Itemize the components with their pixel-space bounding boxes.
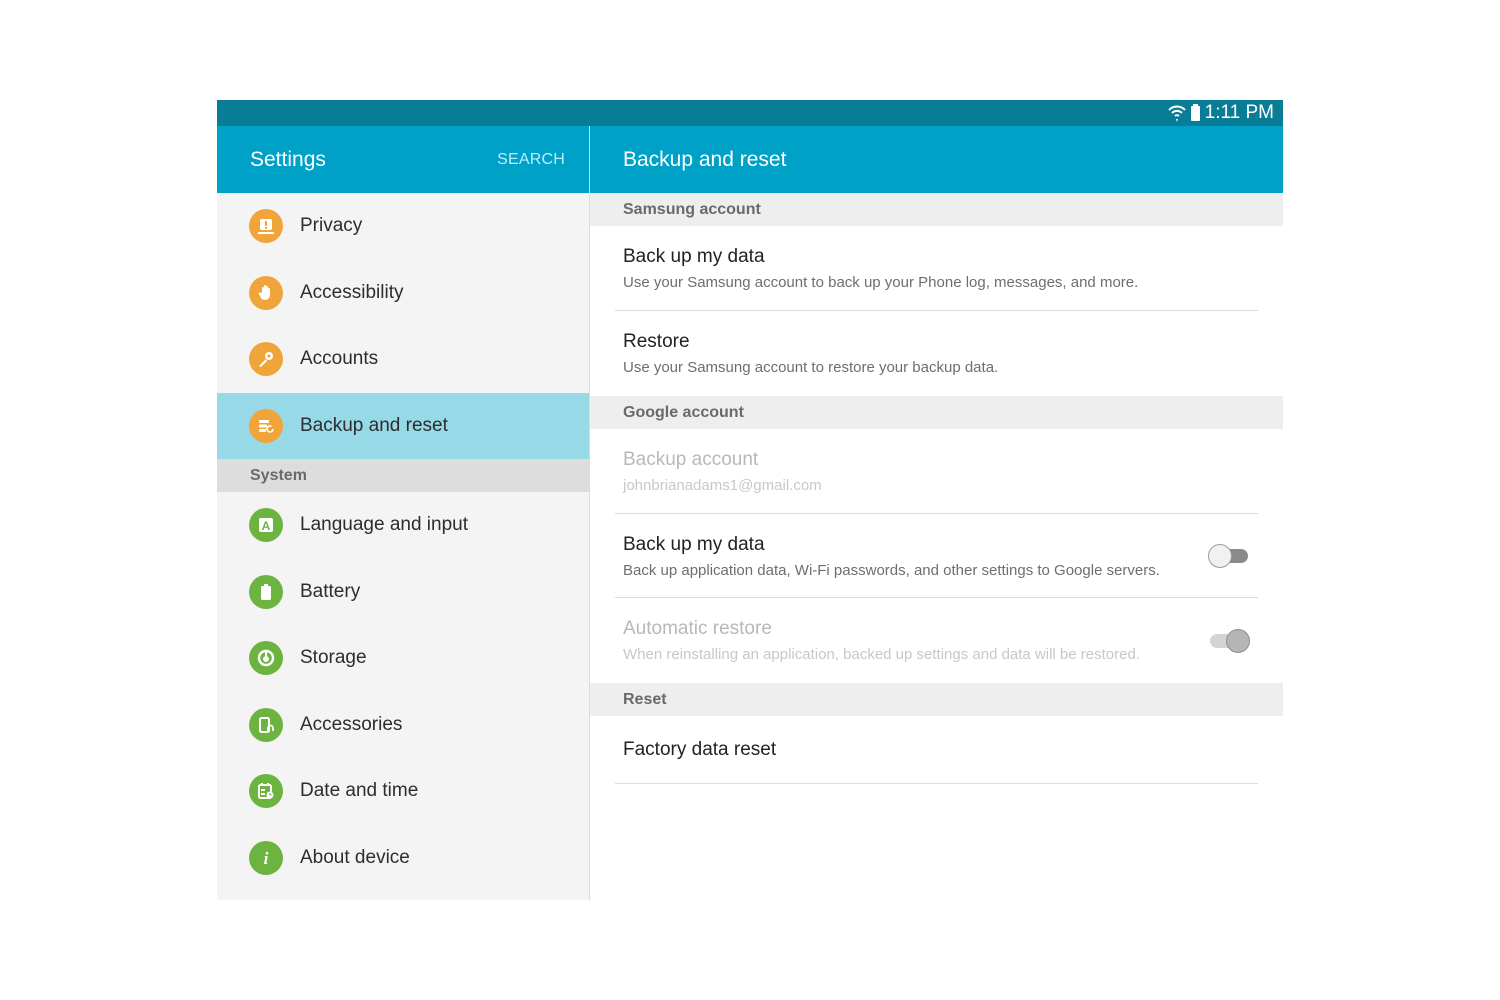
calendar-clock-icon: [249, 774, 283, 809]
setting-title: Factory data reset: [623, 739, 777, 760]
setting-summary: When reinstalling an application, backed…: [623, 646, 1140, 663]
toggle-knob: [1208, 544, 1232, 568]
google-automatic-restore[interactable]: Automatic restore When reinstalling an a…: [590, 598, 1283, 683]
setting-title: Restore: [623, 331, 690, 352]
sidebar-item-label: Privacy: [300, 215, 363, 237]
sidebar-item-backup-and-reset[interactable]: Backup and reset: [217, 392, 589, 459]
section-header-reset: Reset: [590, 683, 1283, 716]
setting-summary: Use your Samsung account to back up your…: [623, 274, 1139, 291]
key-icon: [249, 342, 283, 377]
sidebar-item-accessibility[interactable]: Accessibility: [217, 260, 589, 327]
sidebar-item-label: Language and input: [300, 514, 468, 536]
setting-title: Back up my data: [623, 246, 765, 267]
sidebar-item-label: Accessibility: [300, 281, 404, 303]
factory-data-reset[interactable]: Factory data reset: [590, 716, 1283, 784]
sidebar-item-label: Battery: [300, 580, 361, 602]
samsung-backup-my-data[interactable]: Back up my data Use your Samsung account…: [590, 226, 1283, 311]
sidebar-item-label: Backup and reset: [300, 414, 448, 436]
backup-my-data-toggle[interactable]: [1208, 543, 1250, 569]
clock: 1:11 PM: [1204, 102, 1274, 123]
svg-text:A: A: [262, 519, 271, 533]
sidebar-item-label: Date and time: [300, 780, 419, 802]
sidebar-item-date-and-time[interactable]: Date and time: [217, 758, 589, 825]
setting-summary: johnbrianadams1@gmail.com: [623, 477, 822, 494]
hand-icon: [249, 275, 283, 310]
storage-icon: [249, 641, 283, 676]
panel-header: Backup and reset: [590, 126, 1283, 193]
sidebar-header: Settings SEARCH: [217, 126, 589, 193]
sidebar-item-privacy[interactable]: Privacy: [217, 193, 589, 260]
settings-sidebar: Settings SEARCH Privacy Accessibility Ac…: [217, 126, 590, 900]
wifi-icon: [1167, 105, 1186, 122]
toggle-knob: [1226, 628, 1250, 653]
backup-and-reset-panel: Backup and reset Samsung account Back up…: [590, 126, 1283, 900]
language-icon: A: [249, 508, 283, 543]
sidebar-item-accounts[interactable]: Accounts: [217, 326, 589, 393]
section-header-google-account: Google account: [590, 396, 1283, 429]
automatic-restore-toggle[interactable]: [1208, 628, 1250, 654]
samsung-restore[interactable]: Restore Use your Samsung account to rest…: [590, 311, 1283, 396]
sidebar-item-accessories[interactable]: Accessories: [217, 692, 589, 759]
search-button[interactable]: SEARCH: [497, 151, 565, 169]
accessories-icon: [249, 707, 283, 742]
setting-summary: Use your Samsung account to restore your…: [623, 359, 999, 376]
backup-icon: [249, 408, 283, 443]
setting-title: Automatic restore: [623, 618, 772, 639]
setting-summary: Back up application data, Wi-Fi password…: [623, 561, 1160, 579]
sidebar-item-language-and-input[interactable]: A Language and input: [217, 492, 589, 559]
info-icon: i: [249, 840, 283, 875]
setting-title: Back up my data: [623, 533, 765, 555]
google-backup-account[interactable]: Backup account johnbrianadams1@gmail.com: [590, 429, 1283, 514]
google-backup-my-data[interactable]: Back up my data Back up application data…: [590, 514, 1283, 598]
setting-title: Backup account: [623, 449, 759, 470]
page-title: Backup and reset: [623, 147, 787, 171]
privacy-icon: [249, 209, 283, 244]
sidebar-item-battery[interactable]: Battery: [217, 559, 589, 626]
battery-icon: [249, 574, 283, 609]
sidebar-item-label: Accounts: [300, 348, 379, 370]
status-bar: 1:11 PM: [217, 100, 1283, 126]
tablet-screen: 1:11 PM Settings SEARCH Privacy Accessib…: [217, 100, 1283, 900]
battery-icon: [1190, 103, 1200, 121]
svg-text:i: i: [264, 849, 269, 868]
section-header-samsung-account: Samsung account: [590, 193, 1283, 226]
sidebar-item-about-device[interactable]: i About device: [217, 825, 589, 892]
sidebar-item-label: Storage: [300, 647, 367, 669]
sidebar-title: Settings: [250, 147, 326, 171]
sidebar-item-storage[interactable]: Storage: [217, 625, 589, 692]
section-header-system: System: [217, 459, 589, 492]
sidebar-item-label: About device: [300, 846, 410, 868]
sidebar-item-label: Accessories: [300, 713, 403, 735]
